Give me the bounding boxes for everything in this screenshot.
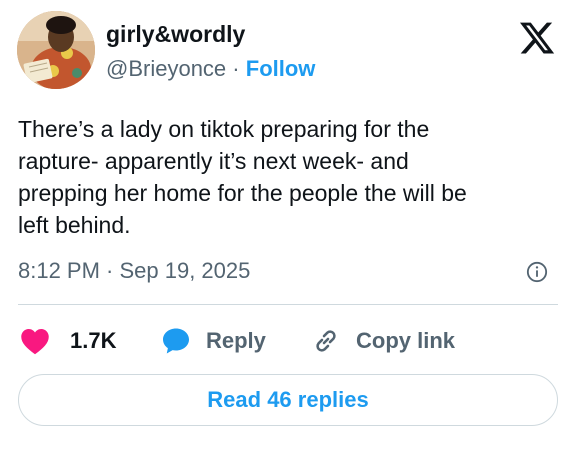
- follow-button[interactable]: Follow: [246, 56, 316, 81]
- reply-label: Reply: [206, 328, 266, 353]
- copy-link-label: Copy link: [356, 328, 456, 353]
- tweet-embed-card: girly&wordly @Brieyonce · Follow There’s…: [0, 0, 580, 451]
- avatar-image: [17, 11, 95, 89]
- reply-button[interactable]: Reply: [161, 321, 266, 361]
- tweet-text: There’s a lady on tiktok preparing for t…: [18, 116, 467, 238]
- divider: [18, 304, 558, 305]
- avatar[interactable]: [17, 11, 95, 89]
- like-count: 1.7K: [70, 328, 117, 353]
- copy-link-button[interactable]: Copy link: [310, 321, 455, 361]
- speech-bubble-icon: [163, 328, 189, 354]
- action-bar: 1.7K Reply Copy link: [18, 321, 563, 361]
- handle-line: @Brieyonce · Follow: [106, 55, 315, 83]
- user-handle[interactable]: @Brieyonce: [106, 56, 226, 81]
- tweet-timestamp[interactable]: 8:12 PM · Sep 19, 2025: [18, 256, 250, 286]
- display-name[interactable]: girly&wordly: [106, 20, 245, 48]
- info-icon[interactable]: [526, 261, 548, 283]
- handle-separator: ·: [232, 56, 240, 81]
- link-icon: [316, 330, 336, 352]
- like-button[interactable]: 1.7K: [20, 321, 116, 361]
- x-logo-icon[interactable]: [518, 19, 556, 57]
- read-replies-button[interactable]: Read 46 replies: [18, 374, 558, 426]
- heart-icon: [21, 329, 49, 355]
